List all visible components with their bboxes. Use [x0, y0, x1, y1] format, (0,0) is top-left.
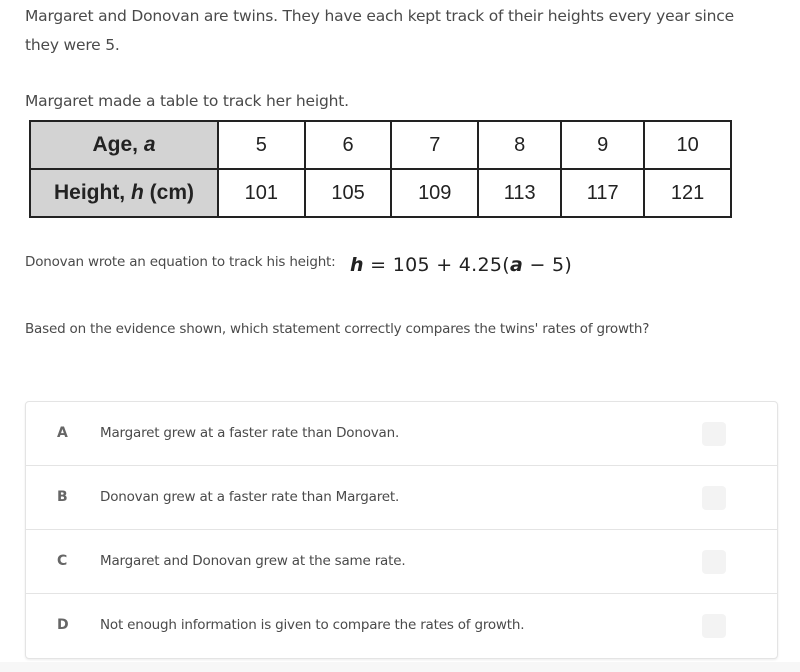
age-cell: 6 — [303, 120, 393, 170]
height-header-label: Height, — [53, 181, 131, 204]
height-table: Age, a 5 6 7 8 9 10 Height, h (cm) 101 1… — [29, 120, 732, 218]
equation-middle: = 105 + 4.25( — [363, 254, 511, 276]
equation-var: a — [510, 254, 524, 276]
choice-text: Margaret and Donovan grew at the same ra… — [100, 553, 406, 569]
answer-choices: A Margaret grew at a faster rate than Do… — [25, 401, 778, 659]
height-cell: 109 — [390, 168, 480, 218]
checkbox-icon[interactable] — [702, 486, 726, 510]
age-cell: 9 — [560, 120, 646, 170]
height-cell: 105 — [303, 168, 393, 218]
age-cell: 5 — [217, 120, 306, 170]
height-cell: 113 — [477, 168, 563, 218]
choice-text: Margaret grew at a faster rate than Dono… — [100, 425, 400, 441]
table-intro: Margaret made a table to track her heigh… — [25, 92, 349, 110]
height-cell: 121 — [643, 168, 732, 218]
age-header-label: Age, — [92, 133, 144, 156]
choice-text: Not enough information is given to compa… — [100, 617, 525, 633]
choice-letter: A — [57, 425, 68, 441]
height-cell: 117 — [560, 168, 646, 218]
checkbox-icon[interactable] — [702, 550, 726, 574]
age-cell: 7 — [390, 120, 480, 170]
choice-a[interactable]: A Margaret grew at a faster rate than Do… — [26, 402, 777, 466]
question-text: Based on the evidence shown, which state… — [25, 321, 650, 337]
choice-d[interactable]: D Not enough information is given to com… — [26, 594, 777, 657]
age-row: Age, a 5 6 7 8 9 10 — [29, 120, 732, 170]
height-row: Height, h (cm) 101 105 109 113 117 121 — [29, 168, 732, 218]
intro-paragraph: Margaret and Donovan are twins. They hav… — [25, 7, 734, 54]
choice-letter: B — [57, 489, 68, 505]
height-header-unit: (cm) — [143, 181, 194, 204]
height-header-var: h — [130, 181, 144, 204]
age-header: Age, a — [29, 120, 219, 170]
donovan-equation: h = 105 + 4.25(a − 5) — [350, 254, 572, 276]
age-header-var: a — [143, 133, 156, 156]
donovan-text: Donovan wrote an equation to track his h… — [25, 254, 336, 270]
bottom-band — [0, 662, 800, 672]
equation-rest: − 5) — [523, 254, 573, 276]
age-cell: 8 — [477, 120, 563, 170]
height-header: Height, h (cm) — [29, 168, 219, 218]
equation-lhs: h — [350, 254, 364, 276]
choice-b[interactable]: B Donovan grew at a faster rate than Mar… — [26, 466, 777, 530]
height-cell: 101 — [217, 168, 306, 218]
age-cell: 10 — [643, 120, 732, 170]
choice-letter: C — [57, 553, 68, 569]
choice-letter: D — [57, 617, 69, 633]
checkbox-icon[interactable] — [702, 422, 726, 446]
checkbox-icon[interactable] — [702, 614, 726, 638]
choice-text: Donovan grew at a faster rate than Marga… — [100, 489, 400, 505]
choice-c[interactable]: C Margaret and Donovan grew at the same … — [26, 530, 777, 594]
